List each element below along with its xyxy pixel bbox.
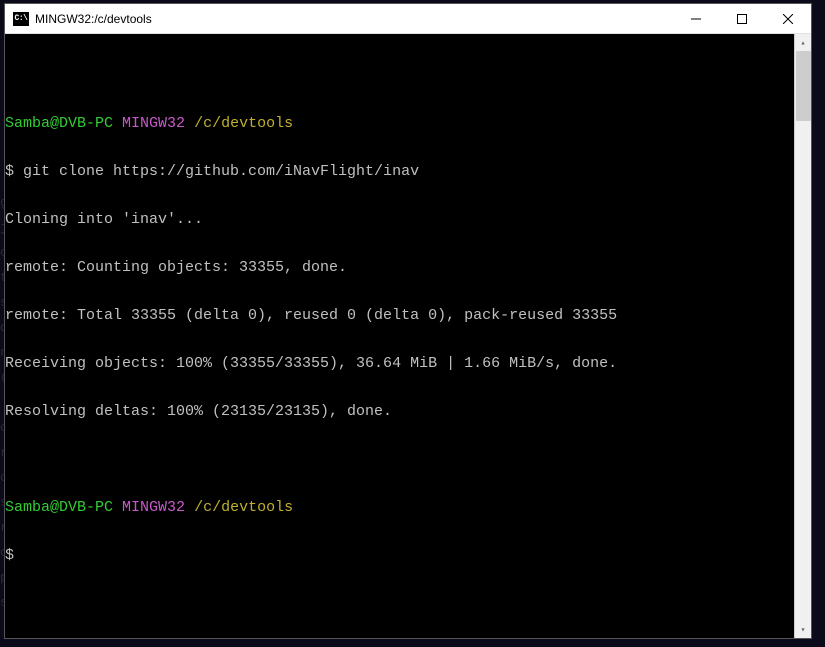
scroll-down-button[interactable]: ▾ — [795, 621, 811, 638]
minimize-icon — [691, 14, 701, 24]
window-title: MINGW32:/c/devtools — [35, 12, 673, 26]
output-line: remote: Counting objects: 33355, done. — [5, 260, 794, 276]
close-button[interactable] — [765, 4, 811, 33]
terminal-icon: C:\ — [13, 12, 29, 26]
terminal-body[interactable]: Samba@DVB-PC MINGW32 /c/devtools $ git c… — [5, 34, 794, 638]
close-icon — [783, 14, 793, 24]
maximize-icon — [737, 14, 747, 24]
terminal-line — [5, 68, 794, 84]
prompt-env: MINGW32 — [122, 499, 185, 516]
prompt-env: MINGW32 — [122, 115, 185, 132]
scroll-thumb[interactable] — [796, 51, 811, 121]
terminal-line — [5, 452, 794, 468]
minimize-button[interactable] — [673, 4, 719, 33]
output-line: Resolving deltas: 100% (23135/23135), do… — [5, 404, 794, 420]
prompt-path: /c/devtools — [194, 115, 293, 132]
prompt-path: /c/devtools — [194, 499, 293, 516]
maximize-button[interactable] — [719, 4, 765, 33]
prompt-user: Samba@DVB-PC — [5, 115, 113, 132]
scrollbar[interactable]: ▴ ▾ — [794, 34, 811, 638]
prompt-user: Samba@DVB-PC — [5, 499, 113, 516]
output-line: Cloning into 'inav'... — [5, 212, 794, 228]
prompt-line: Samba@DVB-PC MINGW32 /c/devtools — [5, 116, 794, 132]
command-line: $ git clone https://github.com/iNavFligh… — [5, 164, 794, 180]
window-controls — [673, 4, 811, 33]
output-line: Receiving objects: 100% (33355/33355), 3… — [5, 356, 794, 372]
titlebar[interactable]: C:\ MINGW32:/c/devtools — [5, 4, 811, 34]
prompt-line: Samba@DVB-PC MINGW32 /c/devtools — [5, 500, 794, 516]
output-line: remote: Total 33355 (delta 0), reused 0 … — [5, 308, 794, 324]
terminal-window: C:\ MINGW32:/c/devtools Samba@DVB-PC MIN… — [4, 3, 812, 639]
scroll-up-button[interactable]: ▴ — [795, 34, 811, 51]
prompt-dollar: $ — [5, 548, 794, 564]
terminal-body-wrap: Samba@DVB-PC MINGW32 /c/devtools $ git c… — [5, 34, 811, 638]
